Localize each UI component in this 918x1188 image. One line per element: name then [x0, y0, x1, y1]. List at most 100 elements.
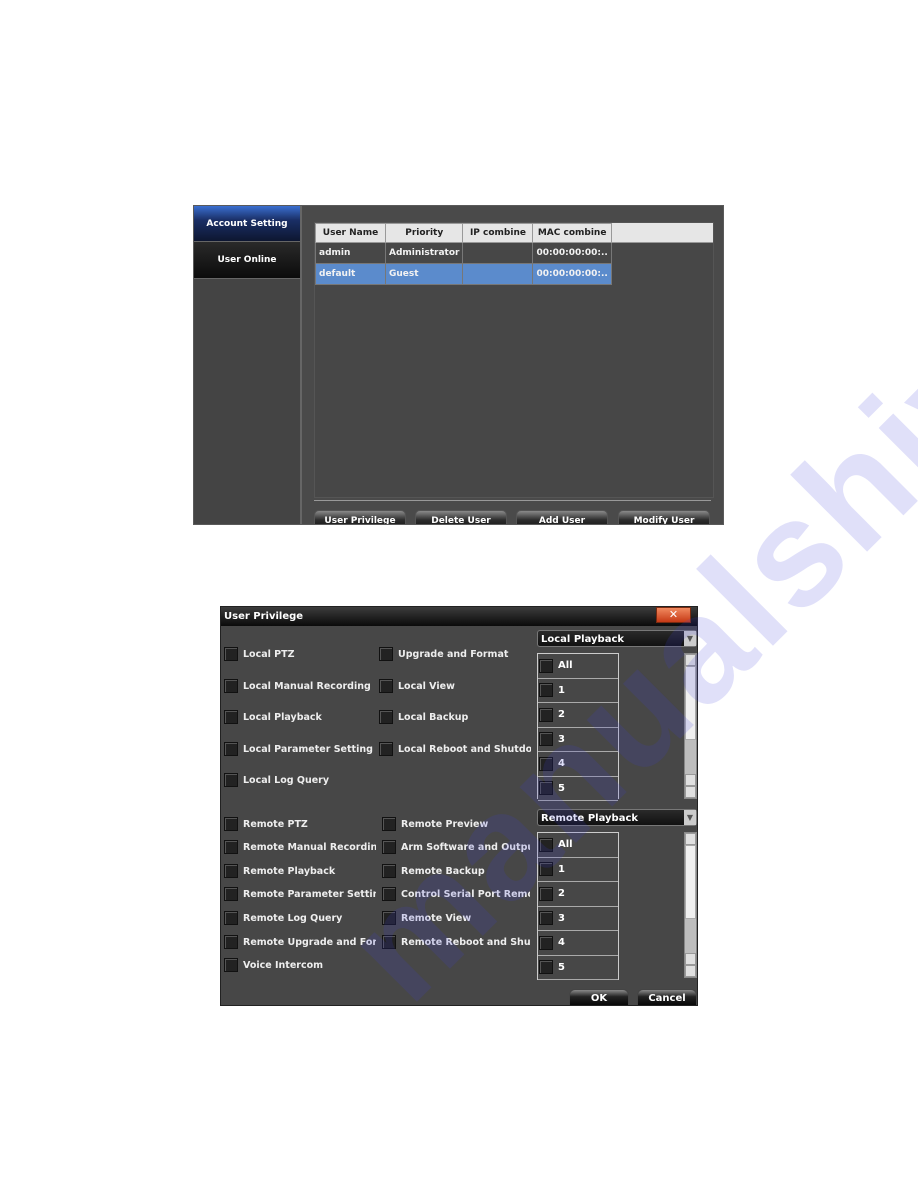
channel-item-4[interactable]: 4 [538, 931, 618, 956]
scroll-up-icon[interactable] [685, 654, 696, 666]
scroll-thumb[interactable] [685, 666, 696, 740]
checkbox-icon [539, 781, 553, 796]
checkbox-remote-preview[interactable]: Remote Preview [382, 817, 530, 831]
close-icon[interactable]: ✕ [656, 607, 691, 623]
cell-mac: 00:00:00:00:.. [532, 263, 612, 285]
table-header-filler [594, 223, 713, 243]
checkbox-remote-manual-recording[interactable]: Remote Manual Recordin [224, 840, 376, 854]
checkbox-icon [539, 886, 553, 901]
checkbox-remote-parameter-setting[interactable]: Remote Parameter Setting [224, 887, 376, 901]
checkbox-icon [379, 742, 393, 756]
cell-user-name: admin [315, 242, 386, 264]
checkbox-icon [224, 710, 238, 724]
checkbox-remote-ptz[interactable]: Remote PTZ [224, 817, 376, 831]
checkbox-icon [539, 756, 553, 771]
column-user-name[interactable]: User Name [315, 223, 386, 243]
checkbox-icon [539, 837, 553, 852]
channel-item-3[interactable]: 3 [538, 907, 618, 931]
checkbox-remote-backup[interactable]: Remote Backup [382, 864, 530, 878]
checkbox-icon [539, 732, 553, 747]
checkbox-local-ptz[interactable]: Local PTZ [224, 647, 374, 661]
user-privilege-dialog: User Privilege ✕ Local PTZ Local Manual … [220, 606, 698, 1006]
checkbox-local-reboot-shutdown[interactable]: Local Reboot and Shutdov [379, 742, 531, 756]
channel-item-3[interactable]: 3 [538, 728, 618, 752]
cell-priority: Guest [384, 263, 464, 285]
checkbox-icon [539, 683, 553, 698]
channel-item-all[interactable]: All [538, 654, 618, 679]
checkbox-icon [224, 679, 238, 693]
remote-playback-select[interactable]: Remote Playback ▼ [537, 809, 697, 826]
channel-item-all[interactable]: All [538, 833, 618, 858]
local-channel-scrollbar[interactable] [684, 653, 697, 799]
channel-item-1[interactable]: 1 [538, 858, 618, 882]
checkbox-icon [539, 911, 553, 926]
checkbox-icon [224, 742, 238, 756]
chevron-down-icon: ▼ [684, 631, 696, 646]
sidebar-item-user-online[interactable]: User Online [194, 242, 300, 279]
checkbox-local-parameter-setting[interactable]: Local Parameter Setting [224, 742, 374, 756]
checkbox-local-backup[interactable]: Local Backup [379, 710, 531, 724]
cell-ip [462, 242, 534, 264]
checkbox-local-manual-recording[interactable]: Local Manual Recording [224, 679, 374, 693]
channel-item-2[interactable]: 2 [538, 703, 618, 728]
scroll-up-icon[interactable] [685, 833, 696, 845]
table-row[interactable]: default Guest 00:00:00:00:.. [315, 263, 612, 285]
checkbox-icon [224, 864, 238, 878]
channel-item-2[interactable]: 2 [538, 882, 618, 907]
checkbox-local-view[interactable]: Local View [379, 679, 531, 693]
checkbox-remote-view[interactable]: Remote View [382, 911, 530, 925]
checkbox-icon [224, 935, 238, 949]
user-privilege-button[interactable]: User Privilege [314, 510, 406, 524]
checkbox-icon [382, 817, 396, 831]
column-ip-combine[interactable]: IP combine [462, 223, 534, 243]
add-user-button[interactable]: Add User [516, 510, 608, 524]
checkbox-remote-playback[interactable]: Remote Playback [224, 864, 376, 878]
scroll-down-icon[interactable] [685, 786, 696, 798]
remote-channel-scrollbar[interactable] [684, 832, 697, 978]
channel-item-4[interactable]: 4 [538, 752, 618, 777]
scroll-thumb[interactable] [685, 845, 696, 919]
checkbox-local-playback[interactable]: Local Playback [224, 710, 374, 724]
scroll-down-icon[interactable] [685, 965, 696, 977]
cell-ip [462, 263, 534, 285]
checkbox-icon [224, 773, 238, 787]
checkbox-icon [382, 864, 396, 878]
sidebar-item-account-setting[interactable]: Account Setting [194, 206, 300, 242]
checkbox-icon [224, 958, 238, 972]
checkbox-icon [224, 911, 238, 925]
checkbox-remote-upgrade-format[interactable]: Remote Upgrade and For [224, 935, 376, 949]
dialog-title: User Privilege [221, 607, 697, 626]
checkbox-icon [539, 707, 553, 722]
scroll-down-icon[interactable] [685, 953, 696, 965]
column-mac-combine[interactable]: MAC combine [532, 223, 612, 243]
checkbox-upgrade-and-format[interactable]: Upgrade and Format [379, 647, 531, 661]
table-row[interactable]: admin Administrator 00:00:00:00:.. [315, 242, 612, 264]
cell-priority: Administrator [384, 242, 464, 264]
checkbox-icon [224, 817, 238, 831]
checkbox-voice-intercom[interactable]: Voice Intercom [224, 958, 376, 972]
column-priority[interactable]: Priority [384, 223, 464, 243]
checkbox-icon [379, 647, 393, 661]
user-table: User Name Priority IP combine MAC combin… [315, 223, 612, 285]
channel-item-5[interactable]: 5 [538, 956, 618, 980]
sidebar: Account Setting User Online [194, 206, 302, 524]
checkbox-remote-reboot-shutdown[interactable]: Remote Reboot and Shutc [382, 935, 530, 949]
modify-user-button[interactable]: Modify User [618, 510, 710, 524]
checkbox-remote-log-query[interactable]: Remote Log Query [224, 911, 376, 925]
local-playback-select[interactable]: Local Playback ▼ [537, 630, 697, 647]
divider [314, 500, 711, 501]
cancel-button[interactable]: Cancel [637, 989, 697, 1005]
delete-user-button[interactable]: Delete User [415, 510, 507, 524]
local-channel-list: All 1 2 3 4 5 [537, 653, 619, 801]
checkbox-control-serial-port[interactable]: Control Serial Port Remot [382, 887, 530, 901]
checkbox-icon [224, 647, 238, 661]
user-table-area: User Name Priority IP combine MAC combin… [314, 222, 714, 498]
checkbox-icon [379, 679, 393, 693]
checkbox-arm-software-output[interactable]: Arm Software and Output [382, 840, 530, 854]
ok-button[interactable]: OK [569, 989, 629, 1005]
channel-item-1[interactable]: 1 [538, 679, 618, 703]
chevron-down-icon: ▼ [684, 810, 696, 825]
channel-item-5[interactable]: 5 [538, 777, 618, 801]
scroll-down-icon[interactable] [685, 774, 696, 786]
checkbox-local-log-query[interactable]: Local Log Query [224, 773, 374, 787]
